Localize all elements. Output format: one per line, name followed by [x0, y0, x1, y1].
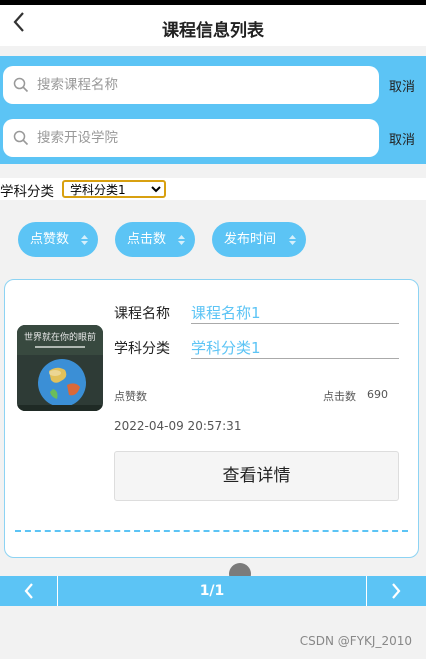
- sort-clicks-button[interactable]: 点击数: [115, 222, 195, 257]
- search-icon: [13, 77, 29, 93]
- watermark: CSDN @FYKJ_2010: [299, 634, 412, 648]
- search-row-course: 取消: [3, 66, 426, 104]
- sort-arrows-icon: [289, 235, 296, 245]
- sort-arrows-icon: [81, 235, 88, 245]
- page-indicator: 1/1: [199, 583, 225, 599]
- search-box-college[interactable]: [3, 119, 379, 157]
- next-page-button[interactable]: [366, 576, 424, 606]
- chevron-left-icon: [24, 583, 33, 599]
- globe-image: 世界就在你的眼前: [17, 325, 103, 411]
- pagination: 1/1: [0, 576, 426, 606]
- sort-date-button[interactable]: 发布时间: [212, 222, 306, 257]
- search-college-input[interactable]: [37, 128, 367, 148]
- course-card[interactable]: 世界就在你的眼前 课程名称 课程名称1 学科分类 学科分类1 点赞数 点击数 6…: [4, 279, 419, 558]
- clicks-label: 点击数: [323, 390, 356, 403]
- course-category-value: 学科分类1: [191, 337, 399, 359]
- thumb-caption: 世界就在你的眼前: [24, 331, 96, 343]
- cancel-button[interactable]: 取消: [389, 129, 415, 148]
- search-course-name-input[interactable]: [37, 75, 367, 95]
- likes-label: 点赞数: [114, 390, 147, 403]
- course-name-label: 课程名称: [114, 306, 170, 322]
- category-filter: 学科分类 学科分类1: [0, 178, 426, 200]
- clicks-count: 690: [367, 388, 388, 401]
- course-thumbnail[interactable]: 世界就在你的眼前: [17, 325, 103, 411]
- view-details-button[interactable]: 查看详情: [114, 451, 399, 501]
- sort-clicks-label: 点击数: [127, 232, 167, 247]
- search-area: 取消 取消: [0, 56, 426, 164]
- sort-date-label: 发布时间: [224, 232, 277, 247]
- search-box-course[interactable]: [3, 66, 379, 104]
- cancel-button[interactable]: 取消: [389, 76, 415, 95]
- sort-likes-button[interactable]: 点赞数: [18, 222, 98, 257]
- publish-date: 2022-04-09 20:57:31: [114, 419, 242, 433]
- page-title: 课程信息列表: [162, 21, 264, 41]
- nav-bar: 课程信息列表: [0, 0, 426, 46]
- search-row-college: 取消: [3, 119, 426, 157]
- sort-arrows-icon: [178, 235, 185, 245]
- card-divider: [15, 530, 408, 532]
- search-icon: [13, 130, 29, 146]
- category-select[interactable]: 学科分类1: [62, 180, 166, 198]
- chevron-right-icon: [391, 583, 400, 599]
- course-category-label: 学科分类: [114, 341, 170, 357]
- course-name-value: 课程名称1: [191, 302, 399, 324]
- filter-label: 学科分类: [0, 184, 54, 200]
- sort-likes-label: 点赞数: [30, 232, 70, 247]
- prev-page-button[interactable]: [0, 576, 58, 606]
